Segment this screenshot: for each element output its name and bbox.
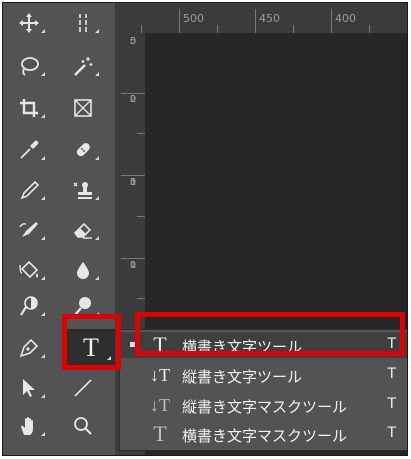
- pen-tool-icon[interactable]: [11, 333, 47, 363]
- selected-bullet-icon: [130, 342, 135, 347]
- move-tool-icon[interactable]: [11, 8, 47, 38]
- hand-tool-icon[interactable]: [11, 411, 47, 441]
- history-brush-tool-icon[interactable]: [11, 215, 47, 245]
- line-tool-icon[interactable]: [65, 373, 101, 403]
- frame-tool-icon[interactable]: [65, 93, 101, 123]
- path-selection-tool-icon[interactable]: [11, 373, 47, 403]
- clone-stamp-tool-icon[interactable]: [65, 175, 101, 205]
- horizontal-type-mask-icon: T: [153, 421, 167, 446]
- eraser-tool-icon[interactable]: [65, 215, 101, 245]
- paint-bucket-tool-icon[interactable]: [11, 255, 47, 285]
- dodge-tool-icon[interactable]: [11, 291, 47, 321]
- type-tool-flyout-menu: T 横書き文字ツール T ↓T 縦書き文字ツール T ↓T 縦書き文字マスクツー…: [119, 329, 407, 451]
- burn-tool-icon[interactable]: [65, 291, 101, 321]
- vertical-type-mask-tool-item[interactable]: ↓T 縦書き文字マスクツール T: [120, 392, 407, 418]
- zoom-tool-icon[interactable]: [65, 411, 101, 441]
- menu-item-shortcut: T: [387, 336, 396, 352]
- menu-item-label: 横書き文字ツール: [182, 338, 303, 356]
- spot-healing-brush-tool-icon[interactable]: [65, 135, 101, 165]
- type-tool-icon[interactable]: T: [65, 329, 117, 367]
- lasso-tool-icon[interactable]: [11, 51, 47, 81]
- artboard-tool-icon[interactable]: [65, 8, 101, 38]
- ruler-label: 400: [335, 12, 356, 25]
- type-tool-glyph: T: [83, 333, 99, 362]
- horizontal-type-tool-item[interactable]: T 横書き文字ツール T: [120, 332, 407, 358]
- eyedropper-tool-icon[interactable]: [11, 135, 47, 165]
- menu-item-shortcut: T: [387, 396, 396, 412]
- ruler-label: 500: [183, 12, 204, 25]
- vertical-type-icon: ↓T: [150, 364, 170, 385]
- brush-tool-icon[interactable]: [11, 175, 47, 205]
- menu-item-label: 横書き文字マスクツール: [182, 427, 348, 445]
- vertical-type-tool-item[interactable]: ↓T 縦書き文字ツール T: [120, 362, 407, 388]
- blur-tool-icon[interactable]: [65, 255, 101, 285]
- tools-panel: T: [3, 3, 117, 455]
- horizontal-type-icon: T: [153, 332, 167, 357]
- menu-item-label: 縦書き文字ツール: [182, 368, 303, 386]
- menu-item-shortcut: T: [387, 366, 396, 382]
- photoshop-window: T 500 450 400 5 0 2 0 0 1 5 0 1 0 0 T 横書…: [2, 2, 408, 456]
- vertical-type-mask-icon: ↓T: [150, 394, 170, 415]
- horizontal-ruler: 500 450 400: [121, 3, 407, 34]
- menu-item-label: 縦書き文字マスクツール: [182, 398, 348, 416]
- menu-item-shortcut: T: [387, 425, 396, 441]
- ruler-label: 450: [259, 12, 280, 25]
- horizontal-type-mask-tool-item[interactable]: T 横書き文字マスクツール T: [120, 421, 407, 447]
- magic-wand-tool-icon[interactable]: [65, 51, 101, 81]
- crop-tool-icon[interactable]: [11, 93, 47, 123]
